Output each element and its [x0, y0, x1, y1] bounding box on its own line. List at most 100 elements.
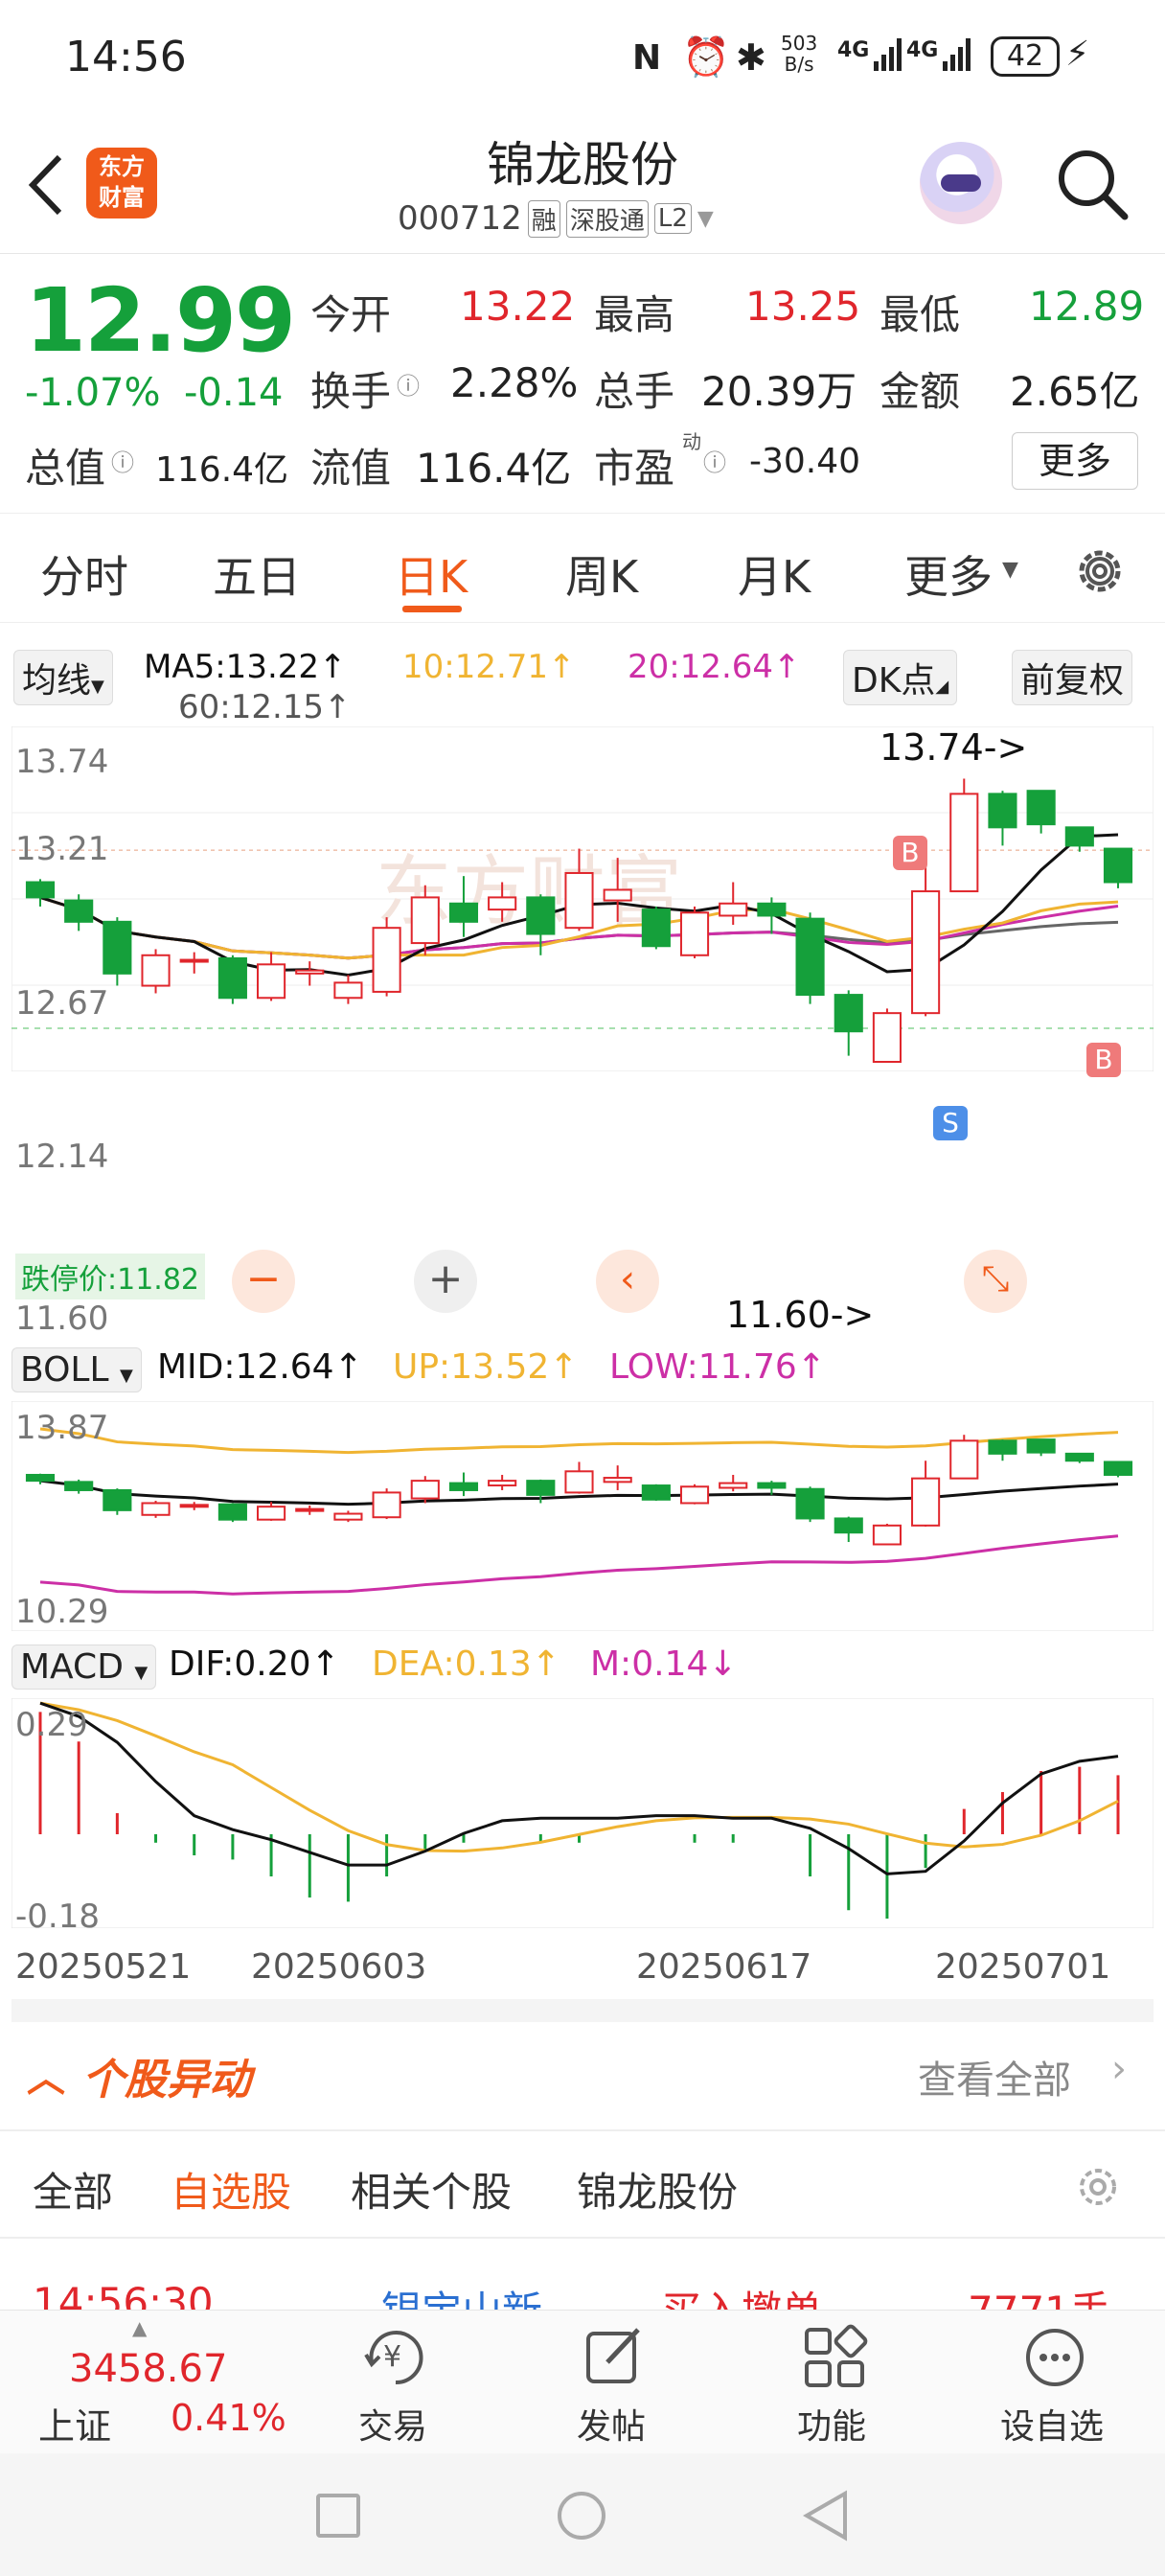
dk-point-selector[interactable]: DK点◢	[843, 650, 958, 705]
boll-candle-body	[103, 1488, 132, 1511]
float-label: 流值	[310, 445, 392, 492]
candle-body	[448, 902, 479, 923]
low-label: 最低	[879, 291, 961, 338]
stock-header: 东方 财富 锦龙股份 000712 融 深股通 L2 ▼	[0, 115, 1165, 254]
date-1: 20250521	[15, 1947, 192, 1987]
signal-bars-icon	[874, 38, 902, 71]
boll-candle-body	[410, 1480, 440, 1500]
trade-icon[interactable]: ¥	[362, 2324, 429, 2391]
boll-y-bottom: 10.29	[15, 1593, 109, 1631]
date-3: 20250617	[636, 1947, 812, 1987]
boll-candle-body	[448, 1482, 479, 1491]
boll-candle-body	[179, 1504, 209, 1508]
zoom-out-button[interactable]: −	[232, 1250, 295, 1313]
limit-down-label: 跌停价:11.82	[15, 1254, 205, 1300]
y-label-bottom: 11.60	[15, 1300, 109, 1338]
watch-label[interactable]: 设自选	[1000, 2399, 1104, 2449]
info-icon-3[interactable]: ⓘ	[703, 444, 726, 477]
boll-candle-body	[295, 1507, 325, 1512]
info-icon[interactable]: ⓘ	[397, 367, 420, 401]
boll-y-top: 13.87	[15, 1409, 109, 1447]
bluetooth-icon: ✱	[736, 36, 766, 79]
buy-marker-2[interactable]: B	[1086, 1043, 1121, 1077]
back-nav-icon[interactable]	[799, 2490, 851, 2542]
robot-assistant-icon[interactable]	[920, 142, 1002, 224]
chart-scroll-strip[interactable]	[11, 1999, 1154, 2022]
scroll-left-button[interactable]: ‹	[596, 1250, 659, 1313]
macd-selector[interactable]: MACD ▼	[11, 1644, 157, 1690]
gear-icon[interactable]	[1071, 542, 1129, 600]
period-tabs: 分时 五日 日K 周K 月K 更多 ▼	[0, 513, 1165, 623]
stock-code-row[interactable]: 000712 融 深股通 L2 ▼	[398, 197, 714, 240]
tab-more[interactable]: 更多	[904, 542, 993, 606]
candle-body	[603, 888, 632, 902]
macd-y-bottom: -0.18	[15, 1898, 100, 1936]
recents-icon[interactable]	[316, 2494, 360, 2538]
filter-stock[interactable]: 锦龙股份	[577, 2160, 738, 2219]
more-button[interactable]: 更多	[1012, 432, 1138, 490]
macd-y-top: 0.29	[15, 1706, 88, 1744]
low-value: 12.89	[1029, 283, 1145, 330]
amount-value: 2.65亿	[1010, 368, 1140, 415]
filter-related[interactable]: 相关个股	[351, 2160, 512, 2219]
tab-weekly-k[interactable]: 周K	[565, 542, 638, 606]
ma-selector[interactable]: 均线▼	[13, 650, 113, 705]
signal-4g-2: 4G	[906, 38, 939, 62]
function-label[interactable]: 功能	[797, 2399, 866, 2449]
sell-marker[interactable]: S	[933, 1106, 968, 1140]
boll-selector[interactable]: BOLL ▼	[11, 1347, 142, 1392]
caret-down-icon: ▼	[1002, 558, 1018, 582]
filter-watchlist[interactable]: 自选股	[171, 2160, 291, 2219]
candle-body	[333, 981, 363, 1000]
zoom-in-button[interactable]: +	[414, 1250, 477, 1313]
home-icon[interactable]	[558, 2492, 605, 2540]
buy-marker[interactable]: B	[893, 836, 927, 870]
macd-dif: DIF:0.20↑	[169, 1644, 340, 1684]
pe-value: -30.40	[749, 442, 861, 481]
ma10-label: 10:12.71↑	[402, 648, 576, 686]
tab-monthly-k[interactable]: 月K	[738, 542, 811, 606]
macd-chart[interactable]	[11, 1698, 1154, 1928]
post-label[interactable]: 发帖	[577, 2399, 646, 2449]
tab-five-day[interactable]: 五日	[213, 542, 301, 606]
candle-body	[564, 871, 594, 930]
adjust-selector[interactable]: 前复权	[1012, 650, 1133, 705]
high-value: 13.25	[745, 283, 861, 330]
tab-intraday[interactable]: 分时	[40, 542, 128, 606]
boll-candle-body	[257, 1506, 286, 1521]
trade-label[interactable]: 交易	[358, 2399, 427, 2449]
filter-all[interactable]: 全部	[33, 2160, 113, 2219]
candle-body	[410, 896, 440, 945]
alarm-icon: ⏰	[682, 35, 730, 80]
candle-body	[526, 896, 556, 935]
turnover-label: 换手	[310, 368, 392, 415]
open-label: 今开	[310, 291, 392, 338]
index-name[interactable]: 上证	[38, 2397, 111, 2450]
candle-body	[795, 917, 825, 997]
boll-candle-body	[141, 1502, 171, 1516]
gear-icon-2[interactable]	[1073, 2162, 1123, 2212]
tab-daily-k[interactable]: 日K	[395, 542, 468, 606]
more-circle-icon[interactable]	[1021, 2324, 1088, 2391]
boll-candle-body	[1026, 1438, 1056, 1454]
post-icon[interactable]	[581, 2324, 648, 2391]
kline-main-chart[interactable]: 东方财富	[11, 726, 1154, 1071]
info-icon-2[interactable]: ⓘ	[111, 444, 134, 477]
fullscreen-icon[interactable]: ⤡	[964, 1250, 1027, 1313]
system-nav-bar	[0, 2453, 1165, 2576]
chevron-right-icon[interactable]: ›	[1111, 2047, 1127, 2091]
candle-body	[141, 954, 171, 987]
y-label-2: 13.21	[15, 830, 109, 868]
view-all-link[interactable]: 查看全部	[918, 2049, 1071, 2104]
mktcap-value: 116.4亿	[155, 450, 289, 490]
function-icon[interactable]	[801, 2324, 868, 2391]
search-icon[interactable]	[1054, 146, 1131, 222]
boll-chart[interactable]	[11, 1401, 1154, 1631]
index-pct[interactable]: 0.41%	[171, 2397, 286, 2439]
chevron-up-icon[interactable]: ︿	[27, 2047, 65, 2103]
signal-4g-1: 4G	[837, 38, 870, 62]
high-marker: 13.74->	[879, 726, 1028, 769]
index-value[interactable]: 3458.67	[69, 2347, 227, 2391]
macd-dea: DEA:0.13↑	[372, 1644, 560, 1684]
boll-candle-body	[719, 1482, 748, 1489]
